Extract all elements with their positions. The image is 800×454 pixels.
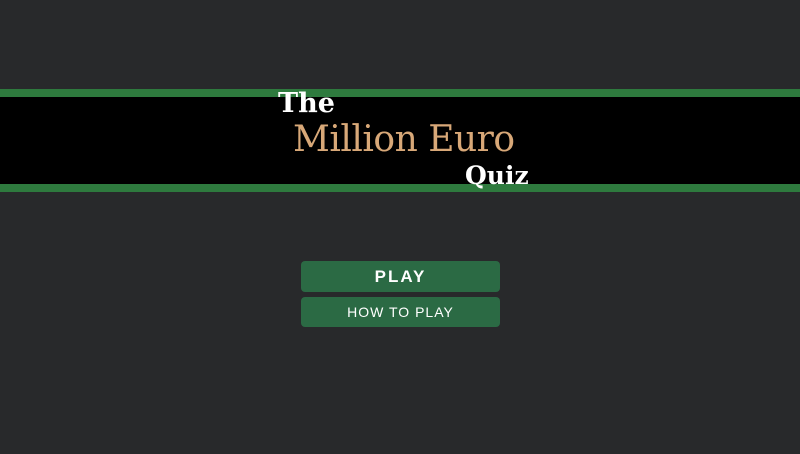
how-to-play-button[interactable]: HOW TO PLAY	[301, 297, 500, 327]
game-title-quiz: Quiz	[465, 161, 529, 190]
game-title-the: The	[278, 88, 335, 119]
main-menu: PLAY HOW TO PLAY	[301, 261, 500, 327]
play-button[interactable]: PLAY	[301, 261, 500, 292]
game-title-million-euro: Million Euro	[293, 119, 515, 160]
